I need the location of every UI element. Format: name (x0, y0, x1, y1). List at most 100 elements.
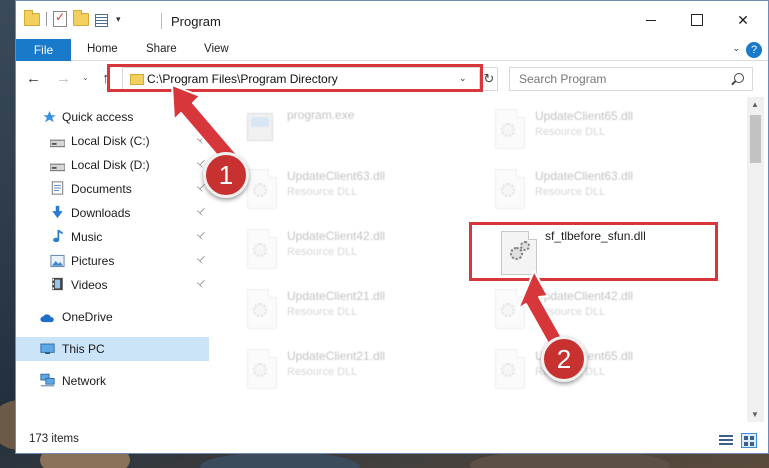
title-divider (161, 13, 162, 29)
file-name: UpdateClient42.dll (287, 229, 386, 243)
dll-icon (489, 287, 527, 333)
expand-ribbon-chevron-icon[interactable]: ⌄ (732, 43, 740, 54)
sidebar-item-local-disk-c[interactable]: Local Disk (C:) ⊥ (16, 129, 209, 153)
back-arrow-icon[interactable]: ← (26, 70, 41, 87)
file-type: Resource DLL (287, 366, 358, 378)
sidebar-item-this-pc[interactable]: This PC (16, 337, 209, 361)
title-bar: ▾ Program ✕ (16, 1, 768, 39)
pin-icon[interactable]: ⊥ (194, 133, 208, 147)
file-name: UpdateClient63.dll (535, 169, 634, 183)
exe-icon (241, 107, 279, 153)
documents-icon (51, 181, 64, 195)
scroll-up-arrow-icon[interactable]: ▲ (751, 100, 759, 109)
file-item[interactable]: UpdateClient65.dll Resource DLL (489, 103, 739, 159)
close-button[interactable]: ✕ (720, 1, 766, 39)
file-type: Resource DLL (287, 306, 358, 318)
sidebar-item-network[interactable]: Network (16, 369, 209, 393)
pin-icon[interactable]: ⊥ (194, 229, 208, 243)
file-item[interactable]: UpdateClient63.dll Resource DLL (241, 163, 491, 219)
scroll-down-arrow-icon[interactable]: ▼ (751, 410, 759, 419)
sidebar-item-label: Network (62, 374, 107, 388)
sidebar-item-documents[interactable]: Documents ⊥ (16, 177, 209, 201)
dll-icon (241, 287, 279, 333)
sidebar-item-label: Downloads (71, 206, 131, 220)
drive-icon (50, 163, 65, 172)
file-item[interactable]: UpdateClient21.dll Resource DLL (241, 283, 491, 339)
cloud-icon (40, 314, 54, 323)
file-item[interactable]: UpdateClient21.dll Resource DLL (241, 343, 491, 399)
status-bar: 173 items (16, 428, 768, 453)
file-name: program.exe (287, 108, 355, 122)
gear (253, 303, 267, 317)
gear (253, 363, 267, 377)
window-title: Program (171, 14, 221, 29)
computer-icon (40, 343, 55, 354)
sidebar-item-videos[interactable]: Videos ⊥ (16, 273, 209, 297)
properties-icon[interactable] (95, 13, 110, 27)
sidebar-item-pictures[interactable]: Pictures ⊥ (16, 249, 209, 273)
file-name: UpdateClient63.dll (287, 169, 386, 183)
step-badge-1: 1 (203, 152, 249, 198)
sidebar-item-label: Music (71, 230, 103, 244)
ribbon-tabs: File Home Share View ⌄ ? (16, 39, 768, 61)
star-icon (43, 110, 56, 123)
pictures-icon (50, 254, 65, 268)
dll-icon (489, 107, 527, 153)
step-badge-2: 2 (541, 336, 587, 382)
file-type: Resource DLL (535, 306, 606, 318)
dll-icon (241, 227, 279, 273)
recent-locations-chevron-icon[interactable]: ⌄ (82, 73, 89, 82)
help-icon[interactable]: ? (746, 42, 762, 58)
sidebar-item-downloads[interactable]: Downloads ⊥ (16, 201, 209, 225)
file-item[interactable]: UpdateClient65.dll Resource DLL (489, 343, 739, 399)
navigation-pane: Quick access Local Disk (C:) ⊥ Local Dis… (16, 97, 211, 422)
search-placeholder: Search Program (519, 72, 607, 86)
music-icon (53, 229, 63, 243)
pin-icon[interactable]: ⊥ (194, 277, 208, 291)
sidebar-item-label: Videos (71, 278, 108, 292)
tab-file[interactable]: File (16, 39, 71, 61)
search-icon[interactable] (734, 73, 744, 83)
toolbar-divider (46, 12, 47, 26)
sidebar-item-label: This PC (62, 342, 105, 356)
file-item-program-exe[interactable]: program.exe (241, 103, 491, 159)
customize-toolbar-chevron-icon[interactable]: ▾ (116, 14, 121, 25)
folder-icon[interactable] (24, 9, 40, 26)
sidebar-item-label: Quick access (62, 110, 134, 124)
item-count: 173 items (29, 433, 79, 445)
new-folder-icon[interactable] (73, 9, 89, 26)
sidebar-item-onedrive[interactable]: OneDrive (16, 305, 209, 329)
properties-check-icon[interactable] (53, 10, 67, 27)
file-item[interactable]: UpdateClient42.dll Resource DLL (489, 283, 739, 339)
pin-icon[interactable]: ⊥ (194, 205, 208, 219)
search-input[interactable]: Search Program (509, 67, 753, 91)
tab-share[interactable]: Share (146, 43, 177, 55)
minimize-button[interactable] (628, 1, 674, 39)
file-name: UpdateClient21.dll (287, 349, 386, 363)
tab-view[interactable]: View (204, 43, 229, 55)
sidebar-item-music[interactable]: Music ⊥ (16, 225, 209, 249)
maximize-button[interactable] (674, 1, 720, 39)
sidebar-item-label: Local Disk (C:) (71, 134, 150, 148)
vertical-scrollbar[interactable]: ▲ ▼ (747, 97, 764, 422)
pin-icon[interactable]: ⊥ (194, 253, 208, 267)
gear (501, 363, 515, 377)
forward-arrow-icon[interactable]: → (56, 70, 71, 87)
sidebar-item-label: OneDrive (62, 310, 113, 324)
dll-icon (241, 347, 279, 393)
sidebar-item-local-disk-d[interactable]: Local Disk (D:) ⊥ (16, 153, 209, 177)
file-type: Resource DLL (287, 186, 358, 198)
scrollbar-thumb[interactable] (750, 115, 761, 163)
file-item[interactable]: UpdateClient63.dll Resource DLL (489, 163, 739, 219)
address-bar-highlight (107, 64, 483, 92)
large-icons-view-icon[interactable] (741, 433, 757, 448)
gear (501, 123, 515, 137)
file-name: UpdateClient42.dll (535, 289, 634, 303)
tab-home[interactable]: Home (87, 43, 118, 55)
details-view-icon[interactable] (719, 435, 733, 447)
exe-icon-screen (251, 117, 269, 127)
sidebar-item-quick-access[interactable]: Quick access (16, 105, 209, 129)
file-item[interactable]: UpdateClient42.dll Resource DLL (241, 223, 491, 279)
downloads-icon (52, 205, 63, 219)
dll-icon (489, 167, 527, 213)
